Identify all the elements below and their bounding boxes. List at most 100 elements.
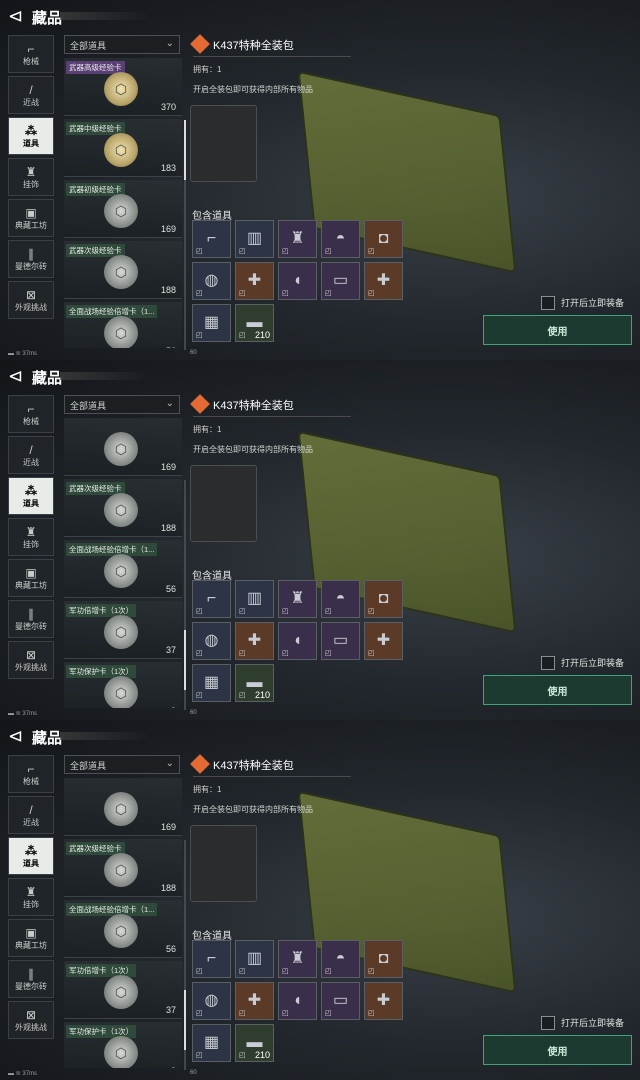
nav-item-items[interactable]: ⁂ 道具 bbox=[8, 477, 54, 515]
content-slot[interactable]: ⌐ ◰ bbox=[192, 220, 231, 258]
auto-equip-label: 打开后立即装备 bbox=[561, 1018, 625, 1028]
content-slot[interactable]: ▥ ◰ bbox=[235, 940, 274, 978]
list-item[interactable]: ⬡ 169 bbox=[64, 418, 182, 476]
list-item[interactable]: 军功保护卡（1次）⬡9 bbox=[64, 1022, 182, 1068]
list-scrollbar[interactable] bbox=[184, 480, 186, 710]
list-scrollbar[interactable] bbox=[184, 120, 186, 350]
use-button[interactable]: 使用 bbox=[483, 675, 632, 705]
list-item[interactable]: 武器高级经验卡 ⬡ 370 bbox=[64, 58, 182, 116]
list-item[interactable]: 全面战场经验倍增卡（1...⬡ 56 bbox=[64, 900, 182, 958]
scrollbar-thumb[interactable] bbox=[184, 990, 186, 1050]
nav-item-label: 典藏工坊 bbox=[15, 940, 47, 950]
content-slot[interactable]: ◍ ◰ bbox=[192, 982, 231, 1020]
content-slot[interactable]: ⌐ ◰ bbox=[192, 580, 231, 618]
auto-equip-checkbox[interactable] bbox=[541, 656, 555, 670]
nav-item-items[interactable]: ⁂ 道具 bbox=[8, 117, 54, 155]
filter-dropdown[interactable]: 全部道具 ⌄ bbox=[64, 755, 180, 774]
nav-item-brick[interactable]: ∥ 曼德尔砖 bbox=[8, 240, 54, 278]
list-item[interactable]: 军功倍增卡（1次） ⬡ 37 bbox=[64, 961, 182, 1019]
nav-item-brick[interactable]: ∥ 曼德尔砖 bbox=[8, 960, 54, 998]
auto-equip-checkbox[interactable] bbox=[541, 296, 555, 310]
list-item[interactable]: 全面战场经验倍增卡（1...⬡ 56 bbox=[64, 302, 182, 348]
content-slot[interactable]: ◖ ◰ bbox=[278, 622, 317, 660]
nav-item-brick[interactable]: ∥ 曼德尔砖 bbox=[8, 600, 54, 638]
use-button[interactable]: 使用 bbox=[483, 1035, 632, 1065]
content-slot[interactable]: ♜ ◰ bbox=[278, 940, 317, 978]
list-item[interactable]: 武器次级经验卡 ⬡ 188 bbox=[64, 479, 182, 537]
use-button[interactable]: 使用 bbox=[483, 315, 632, 345]
content-slot[interactable]: ▥ ◰ bbox=[235, 220, 274, 258]
content-slot[interactable]: ♜ ◰ bbox=[278, 220, 317, 258]
content-slot[interactable]: ◘ ◰ bbox=[364, 220, 403, 258]
content-slot[interactable]: ▦ ◰ bbox=[192, 664, 231, 702]
list-item[interactable]: 武器次级经验卡 ⬡ 188 bbox=[64, 241, 182, 299]
back-arrow-icon[interactable]: ⊲ bbox=[8, 726, 23, 747]
auto-equip-checkbox[interactable] bbox=[541, 1016, 555, 1030]
list-scrollbar[interactable] bbox=[184, 840, 186, 1070]
list-item[interactable]: 武器中级经验卡 ⬡ 183 bbox=[64, 119, 182, 177]
nav-item-workshop[interactable]: ▣ 典藏工坊 bbox=[8, 919, 54, 957]
content-slot[interactable]: ◖ ◰ bbox=[278, 982, 317, 1020]
flashlight-icon: ◖ bbox=[292, 992, 303, 1009]
content-slot[interactable]: ▥ ◰ bbox=[235, 580, 274, 618]
nav-item-charm[interactable]: ♜ 挂饰 bbox=[8, 158, 54, 196]
nav-item-workshop[interactable]: ▣ 典藏工坊 bbox=[8, 559, 54, 597]
nav-item-charm[interactable]: ♜ 挂饰 bbox=[8, 878, 54, 916]
content-slot[interactable]: ▬ ◰ 210 bbox=[235, 304, 274, 342]
nav-item-challenge[interactable]: ⊠ 外观挑战 bbox=[8, 641, 54, 679]
content-slot[interactable]: ◓ ◰ bbox=[321, 940, 360, 978]
nav-item-items[interactable]: ⁂ 道具 bbox=[8, 837, 54, 875]
content-slot[interactable]: ◘ ◰ bbox=[364, 940, 403, 978]
content-slot[interactable]: ✚ ◰ bbox=[364, 262, 403, 300]
content-slot[interactable]: ◘ ◰ bbox=[364, 580, 403, 618]
content-slot[interactable]: ▦ ◰ bbox=[192, 304, 231, 342]
nav-item-challenge[interactable]: ⊠ 外观挑战 bbox=[8, 281, 54, 319]
list-item[interactable]: 全面战场经验倍增卡（1...⬡ 56 bbox=[64, 540, 182, 598]
list-item[interactable]: 军功保护卡（1次）⬡9 bbox=[64, 662, 182, 708]
content-slot[interactable]: ⌐ ◰ bbox=[192, 940, 231, 978]
content-slot[interactable]: ▭ ◰ bbox=[321, 262, 360, 300]
scrollbar-thumb[interactable] bbox=[184, 120, 186, 180]
nav-item-pistol[interactable]: ⌐ 枪械 bbox=[8, 755, 54, 793]
nav-item-knife[interactable]: / 近战 bbox=[8, 436, 54, 474]
nav-item-knife[interactable]: / 近战 bbox=[8, 76, 54, 114]
nav-item-knife[interactable]: / 近战 bbox=[8, 796, 54, 834]
content-slot[interactable]: ✚ ◰ bbox=[235, 982, 274, 1020]
scrollbar-thumb[interactable] bbox=[184, 630, 186, 690]
nav-item-label: 挂饰 bbox=[23, 179, 39, 189]
content-slot[interactable]: ✚ ◰ bbox=[235, 262, 274, 300]
content-slot[interactable]: ▦ ◰ bbox=[192, 1024, 231, 1062]
rarity-diamond-icon bbox=[190, 34, 210, 54]
list-item[interactable]: 军功倍增卡（1次） ⬡ 37 bbox=[64, 601, 182, 659]
list-item[interactable]: 武器初级经验卡 ⬡ 169 bbox=[64, 180, 182, 238]
content-slot[interactable]: ✚ ◰ bbox=[364, 982, 403, 1020]
content-slot[interactable]: ▬ ◰ 210 bbox=[235, 1024, 274, 1062]
content-slot[interactable]: ◓ ◰ bbox=[321, 580, 360, 618]
nav-item-charm[interactable]: ♜ 挂饰 bbox=[8, 518, 54, 556]
content-slot[interactable]: ▭ ◰ bbox=[321, 982, 360, 1020]
content-slot[interactable]: ✚ ◰ bbox=[235, 622, 274, 660]
content-slot[interactable]: ▬ ◰ 210 bbox=[235, 664, 274, 702]
content-slot[interactable]: ◍ ◰ bbox=[192, 622, 231, 660]
nav-item-pistol[interactable]: ⌐ 枪械 bbox=[8, 395, 54, 433]
nav-item-workshop[interactable]: ▣ 典藏工坊 bbox=[8, 199, 54, 237]
challenge-icon: ⊠ bbox=[25, 1007, 37, 1022]
nav-item-label: 道具 bbox=[23, 498, 39, 508]
filter-dropdown[interactable]: 全部道具 ⌄ bbox=[64, 35, 180, 54]
vest-icon: ♜ bbox=[290, 590, 305, 607]
unlock-badge-icon: ◰ bbox=[239, 290, 246, 297]
list-item[interactable]: ⬡ 169 bbox=[64, 778, 182, 836]
nav-item-challenge[interactable]: ⊠ 外观挑战 bbox=[8, 1001, 54, 1039]
back-arrow-icon[interactable]: ⊲ bbox=[8, 6, 23, 27]
nav-item-pistol[interactable]: ⌐ 枪械 bbox=[8, 35, 54, 73]
content-slot[interactable]: ✚ ◰ bbox=[364, 622, 403, 660]
list-item[interactable]: 武器次级经验卡 ⬡ 188 bbox=[64, 839, 182, 897]
unlock-badge-icon: ◰ bbox=[239, 1010, 246, 1017]
filter-dropdown[interactable]: 全部道具 ⌄ bbox=[64, 395, 180, 414]
content-slot[interactable]: ◓ ◰ bbox=[321, 220, 360, 258]
content-slot[interactable]: ♜ ◰ bbox=[278, 580, 317, 618]
content-slot[interactable]: ◍ ◰ bbox=[192, 262, 231, 300]
content-slot[interactable]: ◖ ◰ bbox=[278, 262, 317, 300]
content-slot[interactable]: ▭ ◰ bbox=[321, 622, 360, 660]
back-arrow-icon[interactable]: ⊲ bbox=[8, 366, 23, 387]
